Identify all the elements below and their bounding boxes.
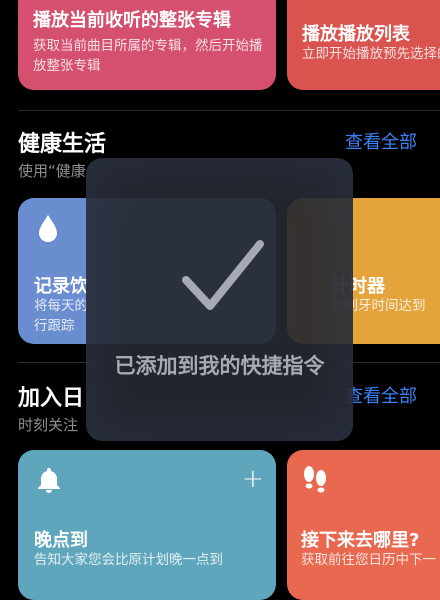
card-description: 获取当前曲目所属的专辑，然后开始播放整张专辑 (33, 38, 263, 74)
section-subtitle-health: 使用“健康 (18, 162, 86, 180)
card-description: 将每天的行跟踪 (34, 298, 88, 334)
card-title: 记录饮 (34, 276, 88, 297)
card-title: 接下来去哪里? (301, 530, 420, 551)
shortcut-card-running-late[interactable]: + 晚点到 告知大家您会比原计划晚一点到 (18, 450, 276, 600)
bell-icon (37, 466, 61, 498)
section-subtitle-join: 时刻关注 (18, 416, 79, 434)
section-title-health: 健康生活 (18, 132, 107, 157)
shortcut-card-play-album[interactable]: 播放当前收听的整张专辑 获取当前曲目所属的专辑，然后开始播放整张专辑 (18, 0, 276, 90)
add-shortcut-button[interactable]: + (242, 466, 264, 492)
water-drop-icon (37, 214, 59, 246)
card-title: 播放播放列表 (302, 24, 410, 45)
see-all-link-health[interactable]: 查看全部 (345, 128, 417, 154)
added-confirmation-hud: 已添加到我的快捷指令 (86, 158, 353, 441)
card-description: 获取前往您日历中下一 (301, 552, 436, 568)
shortcut-card-play-playlist[interactable]: 播放播放列表 立即开始播放预先选择的 (287, 0, 440, 90)
hud-message: 已添加到我的快捷指令 (114, 354, 325, 378)
checkmark-icon (178, 238, 268, 322)
shortcut-card-whats-next[interactable]: 接下来去哪里? 获取前往您日历中下一 (287, 450, 440, 600)
see-all-link-join[interactable]: 查看全部 (345, 382, 417, 408)
card-description: 告知大家您会比原计划晚一点到 (34, 552, 223, 568)
section-title-join: 加入日 (18, 386, 85, 411)
card-title: 晚点到 (34, 530, 88, 551)
card-title: 播放当前收听的整张专辑 (33, 10, 231, 31)
divider (18, 110, 440, 111)
card-description: 立即开始播放预先选择的 (302, 46, 440, 62)
footprints-icon (301, 464, 329, 498)
